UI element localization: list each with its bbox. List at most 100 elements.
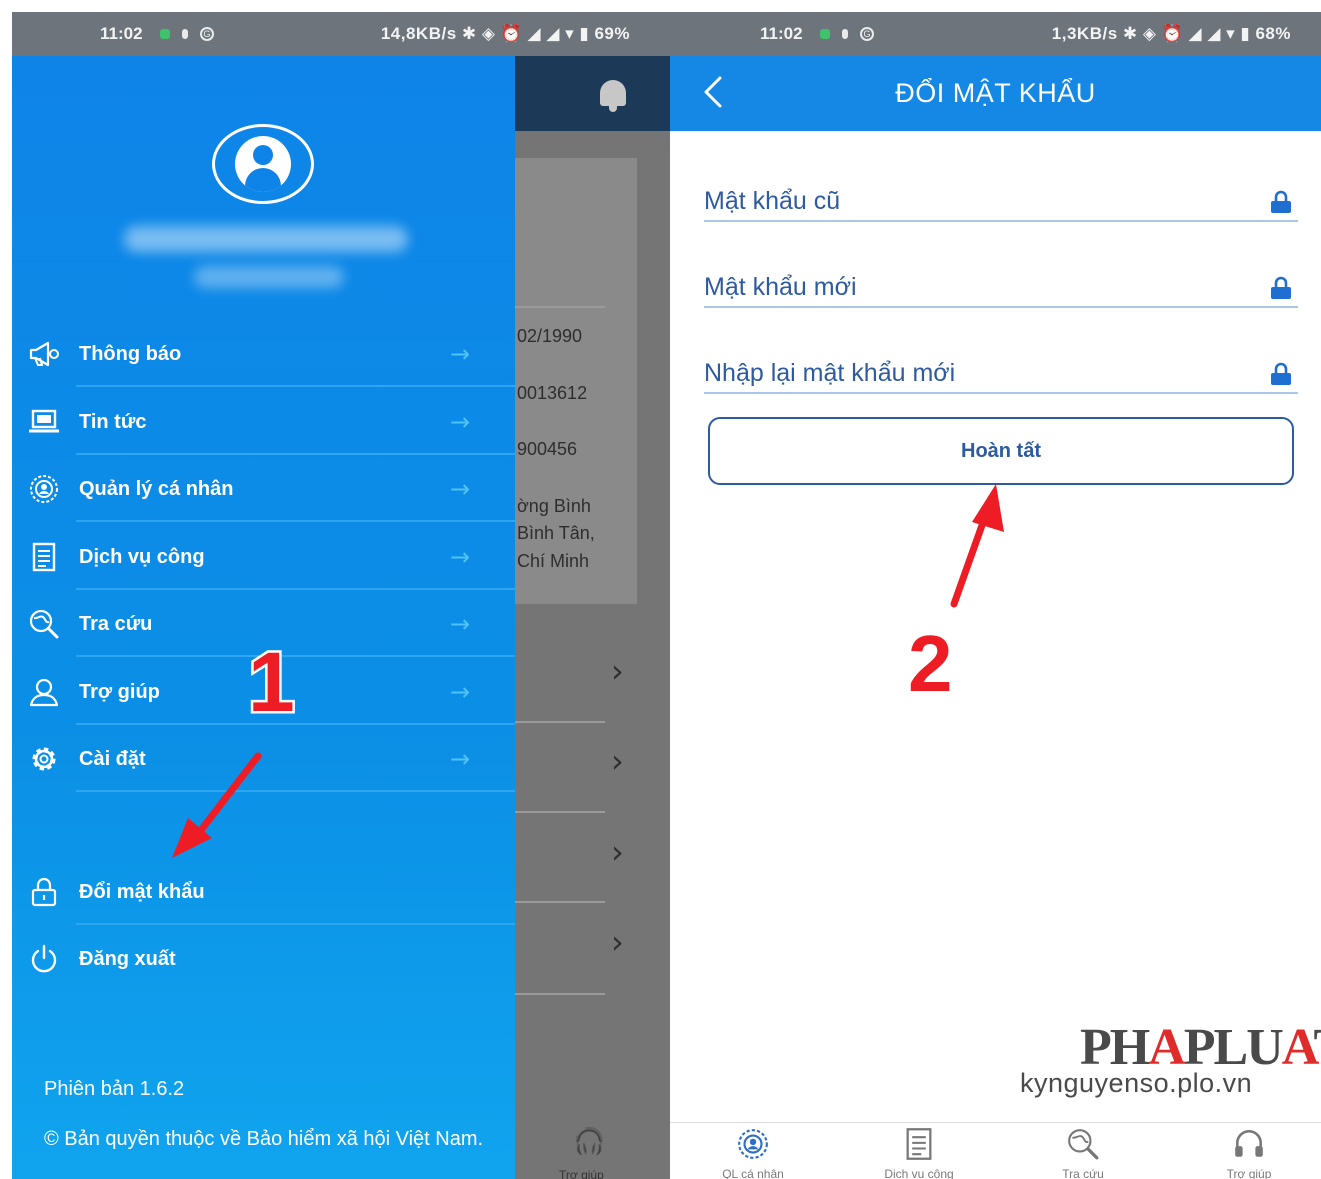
divider: [76, 790, 515, 792]
message-icon: [820, 29, 830, 39]
status-bar: 11:02 G 14,8KB/s ✱ ◈ ⏰ ◢ ◢ ▾ ▮ 69%: [12, 12, 670, 56]
pin-icon: [182, 29, 188, 39]
lock-icon: [26, 874, 62, 910]
old-password-field[interactable]: [704, 182, 1298, 222]
new-password-input[interactable]: [704, 268, 1264, 306]
new-password-field[interactable]: [704, 268, 1298, 308]
status-notification-icons: G: [160, 27, 214, 41]
nav-public-services[interactable]: Dịch vụ công: [854, 1123, 984, 1179]
menu-item-public-services[interactable]: Dịch vụ công →: [12, 524, 515, 590]
field-underline: [704, 306, 1298, 308]
status-indicators: 14,8KB/s ✱ ◈ ⏰ ◢ ◢ ▾ ▮ 69%: [380, 24, 630, 43]
app-version: Phiên bản 1.6.2: [44, 1078, 185, 1100]
submit-button[interactable]: Hoàn tất: [708, 417, 1294, 485]
arrow-right-icon: →: [450, 475, 471, 503]
google-icon: G: [860, 27, 874, 41]
menu-item-label: Tra cứu: [79, 612, 153, 635]
search-globe-icon: [1066, 1127, 1100, 1161]
chevron-right-icon[interactable]: ›: [611, 833, 624, 871]
profile-badge-icon: [26, 471, 62, 507]
avatar[interactable]: [212, 124, 314, 204]
divider: [515, 811, 605, 813]
arrow-right-icon: →: [450, 678, 471, 706]
bell-icon[interactable]: [600, 80, 626, 112]
divider: [76, 453, 515, 455]
bottom-navigation: QL cá nhân Dịch vụ công Tra cứu Trợ giúp: [670, 1122, 1321, 1179]
nav-label: QL cá nhân: [722, 1167, 784, 1179]
google-icon: G: [200, 27, 214, 41]
lock-icon: [1270, 276, 1292, 300]
old-password-input[interactable]: [704, 182, 1264, 220]
menu-item-label: Thông báo: [79, 342, 182, 365]
headset-icon: [1232, 1127, 1266, 1161]
nav-help[interactable]: Trợ giúp: [1184, 1123, 1314, 1179]
navigation-drawer: Thông báo → Tin tức → Quản lý cá nhân → …: [12, 56, 515, 1179]
menu-item-label: Quản lý cá nhân: [79, 477, 234, 500]
menu-item-news[interactable]: Tin tức →: [12, 389, 515, 455]
status-time: 11:02: [100, 24, 143, 43]
menu-item-label: Dịch vụ công: [79, 545, 205, 568]
menu-item-change-password[interactable]: Đổi mật khẩu: [12, 859, 515, 925]
divider: [76, 385, 515, 387]
divider: [76, 923, 515, 925]
divider: [76, 655, 515, 657]
user-icon: [235, 136, 291, 192]
laptop-icon: [26, 404, 62, 440]
background-address-text: Bình Tân,: [517, 523, 595, 543]
divider: [515, 993, 605, 995]
menu-item-label: Cài đặt: [79, 747, 146, 770]
status-indicators: 1,3KB/s ✱ ◈ ⏰ ◢ ◢ ▾ ▮ 68%: [1051, 24, 1291, 43]
annotation-number: 1: [246, 633, 298, 732]
watermark-site: kynguyenso.plo.vn: [1020, 1068, 1253, 1098]
profile-badge-icon: [736, 1127, 770, 1161]
document-icon: [902, 1127, 936, 1161]
divider: [515, 721, 605, 723]
annotation-arrow-icon: [172, 752, 262, 858]
support-person-icon: [26, 674, 62, 710]
background-row-text: 900456: [517, 439, 578, 459]
menu-item-label: Đổi mật khẩu: [79, 880, 205, 903]
chevron-right-icon[interactable]: ›: [611, 652, 624, 690]
divider: [76, 723, 515, 725]
divider: [76, 588, 515, 590]
arrow-right-icon: →: [450, 408, 471, 436]
arrow-right-icon: →: [450, 745, 471, 773]
menu-item-label: Trợ giúp: [79, 680, 160, 703]
divider: [76, 520, 515, 522]
pin-icon: [842, 29, 848, 39]
background-nav-label: Trợ giúp: [559, 1168, 604, 1179]
menu-item-personal-management[interactable]: Quản lý cá nhân →: [12, 456, 515, 522]
message-icon: [160, 29, 170, 39]
annotation-number: 2: [907, 618, 954, 710]
status-notification-icons: G: [820, 27, 874, 41]
arrow-right-icon: →: [450, 340, 471, 368]
lock-icon: [1270, 190, 1292, 214]
nav-label: Tra cứu: [1062, 1167, 1104, 1179]
menu-item-logout[interactable]: Đăng xuất: [12, 926, 515, 992]
nav-label: Dịch vụ công: [884, 1167, 954, 1179]
right-phone-screen: 11:02 G 1,3KB/s ✱ ◈ ⏰ ◢ ◢ ▾ ▮ 68% ĐỔI MẬ…: [670, 12, 1321, 1179]
divider: [515, 901, 605, 903]
menu-item-label: Đăng xuất: [79, 947, 176, 970]
arrow-right-icon: →: [450, 543, 471, 571]
copyright-text: © Bản quyền thuộc về Bảo hiểm xã hội Việ…: [44, 1128, 484, 1150]
chevron-right-icon[interactable]: ›: [611, 742, 624, 780]
gear-icon: [26, 741, 62, 777]
confirm-password-input[interactable]: [704, 354, 1264, 392]
left-phone-screen: 11:02 G 14,8KB/s ✱ ◈ ⏰ ◢ ◢ ▾ ▮ 69% 02/19…: [12, 12, 670, 1179]
divider: [515, 306, 605, 308]
nav-lookup[interactable]: Tra cứu: [1018, 1123, 1148, 1179]
nav-personal-management[interactable]: QL cá nhân: [688, 1123, 818, 1179]
headset-icon[interactable]: 🎧: [573, 1126, 605, 1157]
confirm-password-field[interactable]: [704, 354, 1298, 394]
chevron-right-icon[interactable]: ›: [611, 923, 624, 961]
status-time: 11:02: [760, 24, 803, 43]
page-title: ĐỔI MẬT KHẨU: [895, 78, 1096, 108]
background-app-header: [515, 56, 670, 131]
background-row-text: 0013612: [517, 383, 588, 403]
background-app[interactable]: 02/1990 0013612 900456 ờng Bình Bình Tân…: [515, 56, 670, 1179]
menu-item-notifications[interactable]: Thông báo →: [12, 321, 515, 387]
search-globe-icon: [26, 606, 62, 642]
nav-label: Trợ giúp: [1226, 1167, 1272, 1179]
status-bar: 11:02 G 1,3KB/s ✱ ◈ ⏰ ◢ ◢ ▾ ▮ 68%: [670, 12, 1321, 56]
